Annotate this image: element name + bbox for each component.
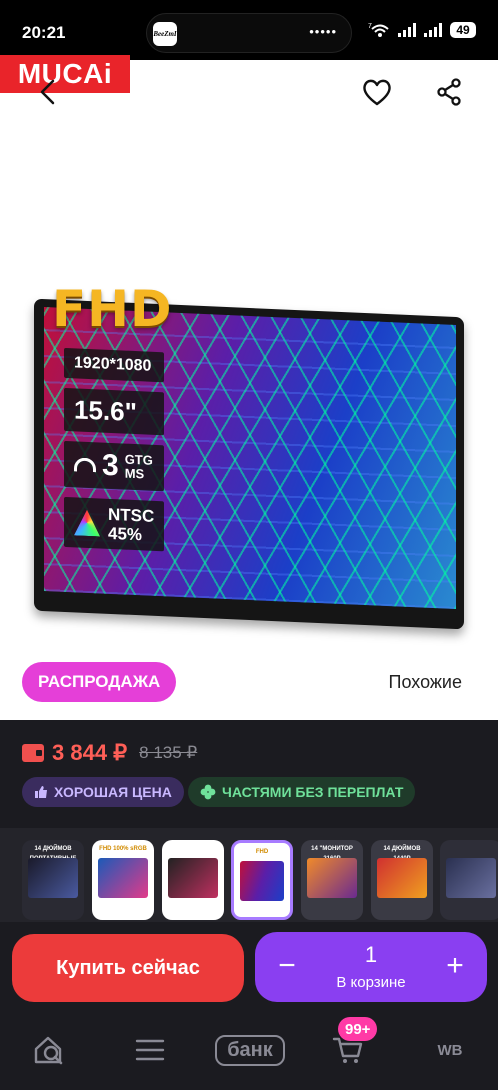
back-button[interactable] xyxy=(28,72,68,112)
status-time: 20:21 xyxy=(22,23,66,42)
thumbnail-monitor xyxy=(307,858,357,898)
thumbnail-monitor xyxy=(98,858,148,898)
wifi-icon: 7 xyxy=(368,23,389,37)
product-page: 20:21 BeeZmI ••••• 7 49 1920*1080 15.6" … xyxy=(0,0,498,1090)
cart-quantity-control: − 1 В корзине + xyxy=(255,932,487,1002)
installments-label: ЧАСТЯМИ БЕЗ ПЕРЕПЛАТ xyxy=(222,784,404,800)
share-button[interactable] xyxy=(429,72,469,112)
gauge-icon xyxy=(74,457,96,473)
cart-count-badge: 99+ xyxy=(338,1017,378,1041)
installments-chip[interactable]: ЧАСТЯМИ БЕЗ ПЕРЕПЛАТ xyxy=(188,777,416,807)
status-icons: 7 49 xyxy=(368,22,476,38)
bottom-tab-bar: банк WB xyxy=(0,1010,498,1090)
thumbnail-caption: 14 "МОНИТОР 2160P xyxy=(311,846,353,862)
thumbnail-caption: FHD 100% sRGB xyxy=(99,846,147,852)
menu-icon xyxy=(135,1039,165,1061)
good-price-label: ХОРОШАЯ ЦЕНА xyxy=(54,784,172,800)
color-gamut-icon xyxy=(74,509,100,536)
tab-home[interactable] xyxy=(30,1030,70,1070)
signal-icon-2 xyxy=(424,23,442,37)
signal-icon xyxy=(398,23,416,37)
fhd-label: FHD xyxy=(52,280,173,338)
spec-ntsc: NTSC 45% xyxy=(64,496,165,552)
bank-label: банк xyxy=(215,1034,285,1066)
monitor-image: 1920*1080 15.6" 3 GTG MS NTSC 45% xyxy=(34,298,464,630)
heart-icon xyxy=(363,79,391,106)
thumbnail-4-selected[interactable]: FHD xyxy=(231,840,293,920)
network-badge: 7 xyxy=(368,23,372,30)
thumbnail-caption: 14 ДЮЙМОВ 1440P xyxy=(383,846,421,862)
increase-quantity-button[interactable]: + xyxy=(437,948,473,984)
thumbnail-5[interactable]: 14 "МОНИТОР 2160P xyxy=(301,840,363,920)
favorite-button[interactable] xyxy=(357,72,397,112)
thumbnail-monitor xyxy=(446,858,496,898)
thumbnail-2[interactable]: FHD 100% sRGB xyxy=(92,840,154,920)
thumbnail-3[interactable] xyxy=(162,840,224,920)
spec-resolution: 1920*1080 xyxy=(64,347,165,383)
monitor-screen: 1920*1080 15.6" 3 GTG MS NTSC 45% xyxy=(44,307,456,610)
thumbs-up-icon xyxy=(35,786,47,798)
tab-catalog[interactable] xyxy=(130,1030,170,1070)
spec-ms-bottom: MS xyxy=(124,465,145,482)
spec-ms-value: 3 xyxy=(102,448,119,483)
thumbnail-strip: 14 ДЮЙМОВ ПОРТАТИВНЫЕ ДИСПЛЕИ FHD 100% s… xyxy=(0,828,498,922)
spec-ntsc-label: NTSC xyxy=(108,504,155,526)
clover-icon xyxy=(200,784,216,800)
thumbnail-caption: FHD xyxy=(255,849,269,855)
spec-list: 1920*1080 15.6" 3 GTG MS NTSC 45% xyxy=(64,347,165,552)
price-row: 3 844 ₽ 8 135 ₽ xyxy=(22,740,197,766)
spec-ntsc-value: 45% xyxy=(108,523,143,545)
good-price-chip[interactable]: ХОРОШАЯ ЦЕНА xyxy=(22,777,184,807)
status-bar: 20:21 BeeZmI ••••• 7 49 xyxy=(0,0,498,60)
current-price: 3 844 ₽ xyxy=(52,740,128,765)
sale-badge[interactable]: РАСПРОДАЖА xyxy=(22,662,177,702)
thumbnail-1[interactable]: 14 ДЮЙМОВ ПОРТАТИВНЫЕ ДИСПЛЕИ xyxy=(22,840,84,920)
spec-response: 3 GTG MS xyxy=(64,440,165,492)
dynamic-island: BeeZmI ••••• xyxy=(146,13,352,53)
buy-now-button[interactable]: Купить сейчас xyxy=(12,934,244,1002)
tab-bank[interactable]: банк xyxy=(214,1030,286,1070)
home-search-icon xyxy=(34,1036,63,1065)
old-price: 8 135 ₽ xyxy=(139,743,198,762)
thumbnail-caption: 14 ДЮЙМОВ ПОРТАТИВНЫЕ ДИСПЛЕИ xyxy=(30,846,77,872)
spec-size: 15.6" xyxy=(64,387,165,436)
similar-link[interactable]: Похожие xyxy=(389,672,462,693)
thumbnail-7[interactable] xyxy=(440,840,498,920)
tab-profile[interactable]: WB xyxy=(430,1030,470,1070)
thumbnail-monitor xyxy=(377,858,427,898)
thumbnail-6[interactable]: 14 ДЮЙМОВ 1440P xyxy=(371,840,433,920)
battery-icon: 49 xyxy=(450,22,476,38)
thumbnail-monitor xyxy=(28,858,78,898)
wb-label: WB xyxy=(437,1041,463,1059)
product-image[interactable]: 1920*1080 15.6" 3 GTG MS NTSC 45% FHD xyxy=(0,60,498,720)
island-dots: ••••• xyxy=(309,24,337,39)
thumbnail-monitor xyxy=(240,861,284,901)
share-icon xyxy=(437,78,461,106)
thumbnail-monitor xyxy=(168,858,218,898)
wallet-icon xyxy=(22,744,44,762)
app-icon: BeeZmI xyxy=(153,22,177,46)
chevron-left-icon xyxy=(40,79,55,105)
